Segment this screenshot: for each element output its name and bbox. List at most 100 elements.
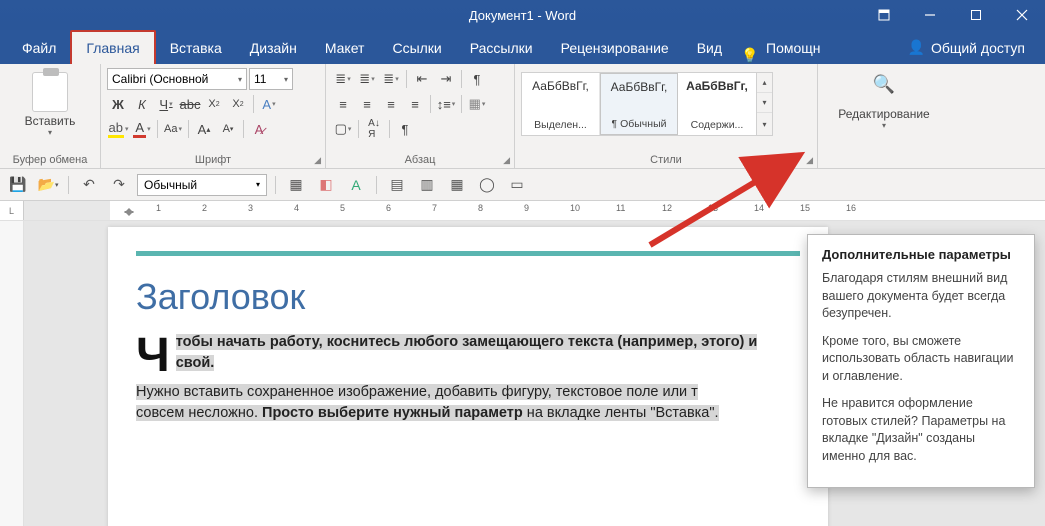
qat-style-combo[interactable]: Обычный▾ — [137, 174, 267, 196]
clear-format-button[interactable]: A̷ — [248, 118, 270, 140]
p2-d: на вкладке ленты "Вставка". — [523, 405, 719, 421]
align-center-button[interactable]: ≡ — [356, 93, 378, 115]
minimize-button[interactable] — [907, 0, 953, 30]
font-name-value: Calibri (Основной — [112, 72, 208, 86]
tab-mailings[interactable]: Рассылки — [456, 32, 547, 64]
document-title[interactable]: Заголовок — [136, 276, 800, 318]
numbering-button[interactable]: ≣▾ — [356, 68, 378, 90]
tooltip-p1: Благодаря стилям внешний вид вашего доку… — [822, 270, 1020, 323]
increase-indent-button[interactable]: ⇥ — [435, 68, 457, 90]
subscript-button[interactable]: X2 — [203, 93, 225, 115]
style-item-normal[interactable]: АаБбВвГг, ¶ Обычный — [600, 73, 678, 135]
horizontal-ruler-wrap: L 12345678910111213141516 — [0, 201, 1045, 221]
qat-style-value: Обычный — [144, 178, 197, 192]
align-right-button[interactable]: ≡ — [380, 93, 402, 115]
paste-button[interactable]: Вставить ▾ — [25, 68, 76, 137]
strike-button[interactable]: abc — [179, 93, 201, 115]
qat-save-button[interactable]: 💾 — [6, 173, 30, 197]
paragraph-1[interactable]: Ч тобы начать работу, коснитесь любого з… — [136, 332, 800, 374]
qat-btn-a[interactable]: ▤ — [385, 173, 409, 197]
title-accent-bar — [136, 251, 800, 256]
ribbon-options-icon[interactable] — [861, 0, 907, 30]
qat-btn-e[interactable]: ▭ — [505, 173, 529, 197]
font-color-button[interactable]: A▾ — [131, 118, 153, 140]
tab-file[interactable]: Файл — [8, 32, 70, 64]
close-button[interactable] — [999, 0, 1045, 30]
styles-dialog-launcher[interactable]: ◢ — [806, 155, 813, 166]
sort-button[interactable]: A↓Я — [363, 118, 385, 140]
p1-line2: свой. — [176, 355, 215, 371]
qat-btn-c[interactable]: ▦ — [445, 173, 469, 197]
qat-undo-button[interactable]: ↶ — [77, 173, 101, 197]
tab-review[interactable]: Рецензирование — [547, 32, 683, 64]
align-left-button[interactable]: ≡ — [332, 93, 354, 115]
superscript-button[interactable]: X2 — [227, 93, 249, 115]
style-name: Выделен... — [534, 119, 587, 131]
borders-button[interactable]: ▢▾ — [332, 118, 354, 140]
style-item-emphasis[interactable]: АаБбВвГг, Выделен... — [522, 73, 600, 135]
paragraph-marks-button[interactable]: ¶ — [394, 118, 416, 140]
dropcap: Ч — [136, 336, 170, 376]
qat-btn-d[interactable]: ◯ — [475, 173, 499, 197]
page[interactable]: Заголовок Ч тобы начать работу, коснитес… — [108, 227, 828, 526]
font-name-combo[interactable]: Calibri (Основной▾ — [107, 68, 247, 90]
quick-access-row: 💾 📂▾ ↶ ↷ Обычный▾ ▦ ◧ A ▤ ▥ ▦ ◯ ▭ — [0, 169, 1045, 201]
tell-me-icon[interactable]: 💡 — [736, 47, 764, 64]
horizontal-ruler[interactable]: 12345678910111213141516 — [24, 201, 1045, 220]
qat-btn-b[interactable]: ▥ — [415, 173, 439, 197]
qat-eraser-button[interactable]: ◧ — [314, 173, 338, 197]
tab-layout[interactable]: Макет — [311, 32, 379, 64]
vertical-ruler[interactable] — [0, 221, 24, 526]
style-item-toc[interactable]: АаБбВвГг, Содержи... — [678, 73, 756, 135]
paragraph-2[interactable]: Нужно вставить сохраненное изображение, … — [136, 382, 800, 424]
font-size-value: 11 — [254, 72, 266, 86]
bold-button[interactable]: Ж — [107, 93, 129, 115]
style-sample: АаБбВвГг, — [532, 79, 589, 93]
gallery-up-button[interactable]: ▴ — [757, 73, 772, 93]
tooltip-p2: Кроме того, вы сможете использовать обла… — [822, 333, 1020, 386]
editing-label[interactable]: Редактирование — [838, 107, 929, 121]
tab-home[interactable]: Главная — [70, 30, 155, 64]
gallery-down-button[interactable]: ▾ — [757, 93, 772, 113]
maximize-button[interactable] — [953, 0, 999, 30]
style-sample: АаБбВвГг, — [686, 79, 748, 93]
paragraph-dialog-launcher[interactable]: ◢ — [503, 155, 510, 166]
tooltip-title: Дополнительные параметры — [822, 247, 1020, 262]
qat-text-button[interactable]: A — [344, 173, 368, 197]
font-size-combo[interactable]: 11▾ — [249, 68, 293, 90]
tab-references[interactable]: Ссылки — [378, 32, 455, 64]
underline-button[interactable]: Ч▾ — [155, 93, 177, 115]
line-spacing-button[interactable]: ↕≡▾ — [435, 93, 457, 115]
bullets-button[interactable]: ≣▾ — [332, 68, 354, 90]
qat-open-button[interactable]: 📂▾ — [36, 173, 60, 197]
tab-selector[interactable]: L — [0, 201, 24, 220]
font-dialog-launcher[interactable]: ◢ — [314, 155, 321, 166]
group-label-clipboard: Буфер обмена — [6, 152, 94, 166]
decrease-indent-button[interactable]: ⇤ — [411, 68, 433, 90]
tab-design[interactable]: Дизайн — [236, 32, 311, 64]
grow-font-button[interactable]: A▴ — [193, 118, 215, 140]
tab-tellme[interactable]: Помощн — [764, 32, 835, 64]
show-marks-button[interactable]: ¶ — [466, 68, 488, 90]
qat-redo-button[interactable]: ↷ — [107, 173, 131, 197]
italic-button[interactable]: К — [131, 93, 153, 115]
group-label-paragraph: Абзац — [405, 154, 436, 166]
tab-insert[interactable]: Вставка — [156, 32, 236, 64]
highlight-button[interactable]: ab▾ — [107, 118, 129, 140]
multilevel-button[interactable]: ≣▾ — [380, 68, 402, 90]
share-label: Общий доступ — [931, 40, 1025, 56]
shading-button[interactable]: ▦▾ — [466, 93, 488, 115]
share-button[interactable]: 👤 Общий доступ — [896, 31, 1038, 64]
shrink-font-button[interactable]: A▾ — [217, 118, 239, 140]
text-effects-button[interactable]: A▾ — [258, 93, 280, 115]
group-font: Calibri (Основной▾ 11▾ Ж К Ч▾ abc X2 X2 … — [101, 64, 326, 168]
tab-view[interactable]: Вид — [683, 32, 736, 64]
justify-button[interactable]: ≡ — [404, 93, 426, 115]
gallery-more-button[interactable]: ▾ — [757, 113, 772, 135]
qat-table-button[interactable]: ▦ — [284, 173, 308, 197]
ribbon-tabs: Файл Главная Вставка Дизайн Макет Ссылки… — [0, 30, 1045, 64]
styles-tooltip: Дополнительные параметры Благодаря стиля… — [807, 234, 1035, 488]
find-icon[interactable]: 🔍 — [873, 74, 895, 95]
change-case-button[interactable]: Aa▾ — [162, 118, 184, 140]
ribbon: Вставить ▾ Буфер обмена Calibri (Основно… — [0, 64, 1045, 169]
